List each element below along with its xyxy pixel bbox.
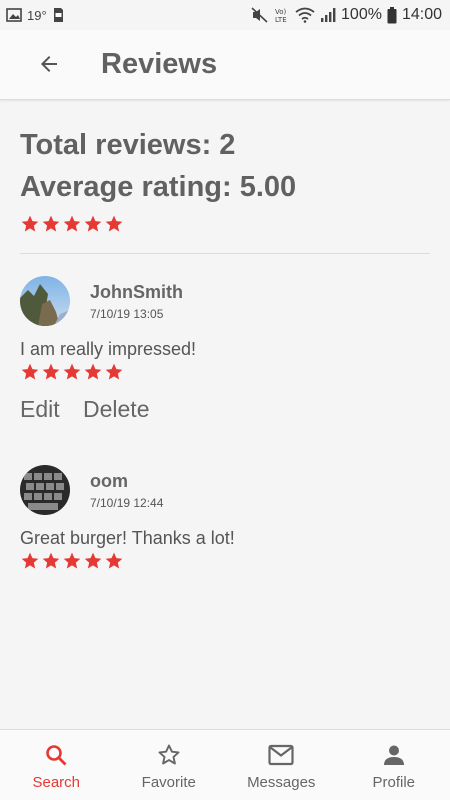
- app-bar: Reviews: [0, 30, 450, 100]
- star-icon: [84, 363, 102, 380]
- star-icon: [105, 363, 123, 380]
- summary-stars: [20, 214, 124, 234]
- nav-profile[interactable]: Profile: [338, 730, 450, 800]
- avatar: [20, 465, 70, 515]
- review-text: Great burger! Thanks a lot!: [20, 528, 235, 548]
- star-icon: [42, 215, 60, 232]
- nav-search[interactable]: Search: [0, 730, 113, 800]
- image-icon: [6, 8, 22, 22]
- nav-favorite[interactable]: Favorite: [113, 730, 226, 800]
- mute-icon: [251, 7, 269, 23]
- star-outline-icon: [156, 742, 182, 768]
- mail-icon: [268, 742, 294, 768]
- edit-button[interactable]: Edit: [20, 396, 60, 423]
- reviewer-name: oom: [90, 471, 128, 491]
- review-item: JohnSmith 7/10/19 13:05 I am really impr…: [20, 276, 430, 426]
- average-rating-text: Average rating: 5.00: [20, 171, 297, 203]
- star-icon: [105, 552, 123, 569]
- review-date: 7/10/19 12:44: [90, 496, 164, 510]
- status-bar: 19° Vo) LTE 100% 14:00: [0, 0, 450, 30]
- star-icon: [105, 215, 123, 232]
- star-icon: [84, 215, 102, 232]
- battery-percentage: 100%: [341, 6, 382, 23]
- star-icon: [21, 552, 39, 569]
- star-icon: [42, 363, 60, 380]
- person-icon: [381, 742, 407, 768]
- reviewer-name: JohnSmith: [90, 282, 183, 302]
- total-reviews-text: Total reviews: 2: [20, 129, 236, 161]
- search-icon: [43, 742, 69, 768]
- star-icon: [21, 215, 39, 232]
- delete-button[interactable]: Delete: [83, 396, 149, 423]
- nav-label: Search: [32, 774, 81, 791]
- svg-text:LTE: LTE: [275, 16, 287, 24]
- nav-messages[interactable]: Messages: [225, 730, 338, 800]
- volte-icon: Vo) LTE: [274, 6, 290, 24]
- wifi-icon: [295, 7, 315, 23]
- divider: [20, 253, 430, 254]
- clock: 14:00: [401, 6, 442, 23]
- star-icon: [21, 363, 39, 380]
- storage-icon: [52, 7, 64, 23]
- temperature-text: 19°: [27, 7, 47, 23]
- star-icon: [84, 552, 102, 569]
- review-date: 7/10/19 13:05: [90, 307, 164, 321]
- arrow-left-icon: [37, 52, 61, 81]
- back-button[interactable]: [30, 47, 68, 85]
- nav-label: Favorite: [141, 774, 196, 791]
- star-icon: [63, 552, 81, 569]
- star-icon: [42, 552, 60, 569]
- svg-text:Vo): Vo): [275, 8, 287, 16]
- star-icon: [63, 363, 81, 380]
- signal-icon: [320, 7, 336, 23]
- review-text: I am really impressed!: [20, 339, 197, 359]
- review-stars: [20, 551, 124, 571]
- bottom-navigation: Search Favorite Messages Profile: [0, 729, 450, 800]
- nav-label: Messages: [247, 774, 316, 791]
- review-stars: [20, 362, 124, 382]
- avatar: [20, 276, 70, 326]
- nav-label: Profile: [372, 774, 416, 791]
- rating-summary: Total reviews: 2 Average rating: 5.00: [20, 124, 430, 208]
- page-title: Reviews: [101, 48, 218, 80]
- review-item: oom 7/10/19 12:44 Great burger! Thanks a…: [20, 465, 430, 575]
- star-icon: [63, 215, 81, 232]
- battery-icon: [387, 6, 397, 24]
